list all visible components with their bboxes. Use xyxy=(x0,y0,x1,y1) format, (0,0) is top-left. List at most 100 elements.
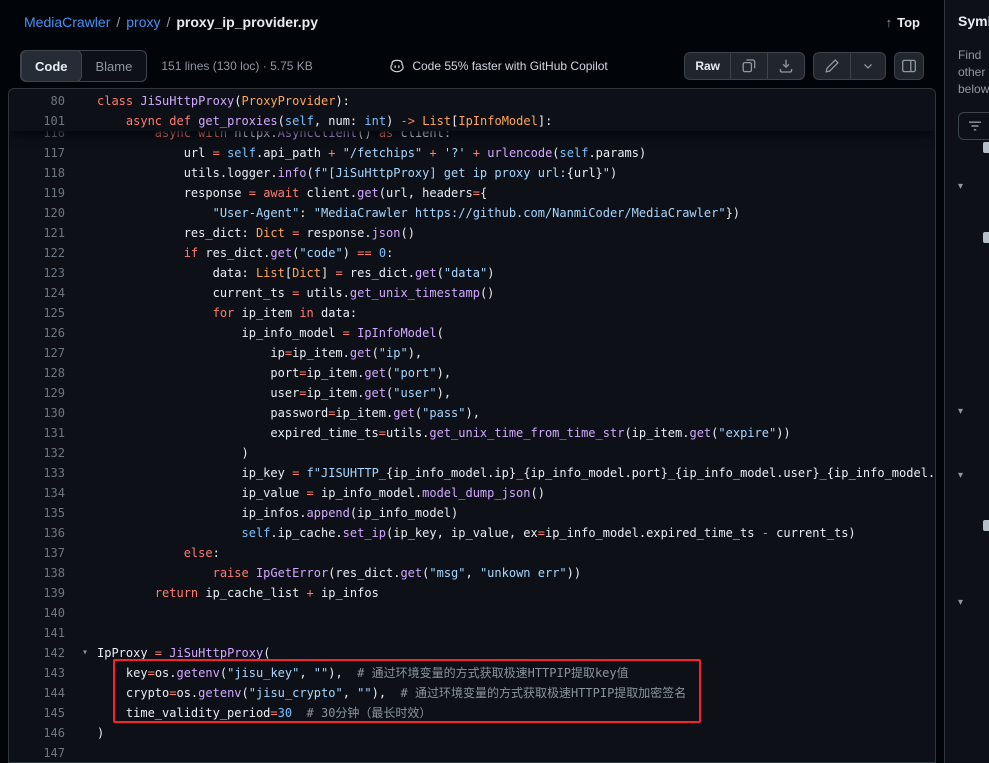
code-text: password=ip_item.get("pass"), xyxy=(97,403,480,423)
line-number[interactable]: 141 xyxy=(9,623,73,643)
code-line: 136 self.ip_cache.set_ip(ip_key, ip_valu… xyxy=(9,523,935,543)
fold-gutter xyxy=(73,703,97,723)
line-number[interactable]: 124 xyxy=(9,283,73,303)
code-line: 133 ip_key = f"JISUHTTP_{ip_info_model.i… xyxy=(9,463,935,483)
line-number[interactable]: 118 xyxy=(9,163,73,183)
tab-code[interactable]: Code xyxy=(21,50,82,82)
symbol-section-chevron-icon[interactable]: ▾ xyxy=(958,179,963,195)
fold-gutter xyxy=(73,623,97,643)
fold-gutter xyxy=(73,423,97,443)
line-number[interactable]: 147 xyxy=(9,743,73,763)
download-raw-button[interactable] xyxy=(767,53,804,79)
code-text: data: List[Dict] = res_dict.get("data") xyxy=(97,263,494,283)
fold-gutter xyxy=(73,303,97,323)
fold-gutter xyxy=(73,203,97,223)
scroll-to-top-button[interactable]: ↑ Top xyxy=(886,15,920,30)
code-text: ) xyxy=(97,723,104,743)
breadcrumb-folder-link[interactable]: proxy xyxy=(126,14,160,30)
breadcrumb-separator: / xyxy=(166,14,170,30)
symbol-section-chevron-icon[interactable]: ▾ xyxy=(958,468,963,484)
symbol-section-chevron-icon[interactable]: ▾ xyxy=(958,404,963,420)
tab-blame[interactable]: Blame xyxy=(82,50,147,82)
fold-gutter xyxy=(73,403,97,423)
line-number[interactable]: 143 xyxy=(9,663,73,683)
fold-gutter xyxy=(73,523,97,543)
code-text: res_dict: Dict = response.json() xyxy=(97,223,415,243)
breadcrumb-filename: proxy_ip_provider.py xyxy=(176,14,318,30)
line-number[interactable]: 123 xyxy=(9,263,73,283)
symbol-item-clipped xyxy=(983,520,989,531)
line-number[interactable]: 146 xyxy=(9,723,73,743)
code-line: 121 res_dict: Dict = response.json() xyxy=(9,223,935,243)
line-number[interactable]: 127 xyxy=(9,343,73,363)
line-number[interactable]: 117 xyxy=(9,143,73,163)
line-number[interactable]: 132 xyxy=(9,443,73,463)
code-text: crypto=os.getenv("jisu_crypto", ""), # 通… xyxy=(97,683,686,703)
code-text: ip_value = ip_info_model.model_dump_json… xyxy=(97,483,545,503)
code-line: 126 ip_info_model = IpInfoModel( xyxy=(9,323,935,343)
line-number[interactable]: 136 xyxy=(9,523,73,543)
copy-raw-button[interactable] xyxy=(730,53,767,79)
line-number[interactable]: 142 xyxy=(9,643,73,663)
copilot-banner-text: Code 55% faster with GitHub Copilot xyxy=(412,59,607,73)
code-line: 147 xyxy=(9,743,935,763)
github-code-view: MediaCrawler / proxy / proxy_ip_provider… xyxy=(0,0,989,763)
code-line: 124 current_ts = utils.get_unix_timestam… xyxy=(9,283,935,303)
line-number[interactable]: 130 xyxy=(9,403,73,423)
code-line: 145 time_validity_period=30 # 30分钟（最长时效） xyxy=(9,703,935,723)
line-number[interactable]: 126 xyxy=(9,323,73,343)
code-text: response = await client.get(url, headers… xyxy=(97,183,487,203)
line-number[interactable]: 135 xyxy=(9,503,73,523)
code-text: current_ts = utils.get_unix_timestamp() xyxy=(97,283,494,303)
code-text: url = self.api_path + "/fetchips" + '?' … xyxy=(97,143,646,163)
line-number[interactable]: 129 xyxy=(9,383,73,403)
line-number[interactable]: 125 xyxy=(9,303,73,323)
line-number[interactable]: 139 xyxy=(9,583,73,603)
edit-dropdown-button[interactable] xyxy=(850,53,885,79)
fold-gutter xyxy=(73,443,97,463)
code-text: raise IpGetError(res_dict.get("msg", "un… xyxy=(97,563,581,583)
fold-gutter xyxy=(73,463,97,483)
line-number[interactable]: 80 xyxy=(9,91,73,111)
code-text: self.ip_cache.set_ip(ip_key, ip_value, e… xyxy=(97,523,856,543)
code-text: async def get_proxies(self, num: int) ->… xyxy=(97,111,552,131)
symbols-panel: Symbols Find other below ▾▾▾▾ xyxy=(944,0,989,763)
line-number[interactable]: 131 xyxy=(9,423,73,443)
line-number[interactable]: 101 xyxy=(9,111,73,131)
code-line: 130 password=ip_item.get("pass"), xyxy=(9,403,935,423)
line-number[interactable]: 138 xyxy=(9,563,73,583)
line-number[interactable]: 121 xyxy=(9,223,73,243)
symbols-panel-toggle-button[interactable] xyxy=(894,52,924,80)
symbol-section-chevron-icon[interactable]: ▾ xyxy=(958,595,963,611)
line-number[interactable]: 137 xyxy=(9,543,73,563)
code-viewport[interactable]: 80 class JiSuHttpProxy(ProxyProvider): 101… xyxy=(8,88,936,763)
line-number[interactable]: 128 xyxy=(9,363,73,383)
code-line: 132 ) xyxy=(9,443,935,463)
code-text: class JiSuHttpProxy(ProxyProvider): xyxy=(97,91,350,111)
line-number[interactable]: 133 xyxy=(9,463,73,483)
fold-chevron-icon[interactable]: ▾ xyxy=(73,643,97,663)
fold-gutter xyxy=(73,163,97,183)
fold-gutter xyxy=(73,323,97,343)
edit-file-button[interactable] xyxy=(814,53,850,79)
breadcrumb-repo-link[interactable]: MediaCrawler xyxy=(24,14,110,30)
line-number[interactable]: 144 xyxy=(9,683,73,703)
main-column: MediaCrawler / proxy / proxy_ip_provider… xyxy=(0,0,944,763)
line-number[interactable]: 140 xyxy=(9,603,73,623)
chevron-down-icon xyxy=(861,59,875,73)
line-number[interactable]: 120 xyxy=(9,203,73,223)
fold-gutter xyxy=(73,183,97,203)
code-line: 131 expired_time_ts=utils.get_unix_time_… xyxy=(9,423,935,443)
code-text: else: xyxy=(97,543,220,563)
line-number[interactable]: 134 xyxy=(9,483,73,503)
code-text: ip_key = f"JISUHTTP_{ip_info_model.ip}_{… xyxy=(97,463,936,483)
code-line: 127 ip=ip_item.get("ip"), xyxy=(9,343,935,363)
fold-gutter xyxy=(73,503,97,523)
code-line: 119 response = await client.get(url, hea… xyxy=(9,183,935,203)
line-number[interactable]: 145 xyxy=(9,703,73,723)
code-line: 123 data: List[Dict] = res_dict.get("dat… xyxy=(9,263,935,283)
line-number[interactable]: 119 xyxy=(9,183,73,203)
raw-button[interactable]: Raw xyxy=(685,53,730,79)
fold-gutter xyxy=(73,563,97,583)
line-number[interactable]: 122 xyxy=(9,243,73,263)
